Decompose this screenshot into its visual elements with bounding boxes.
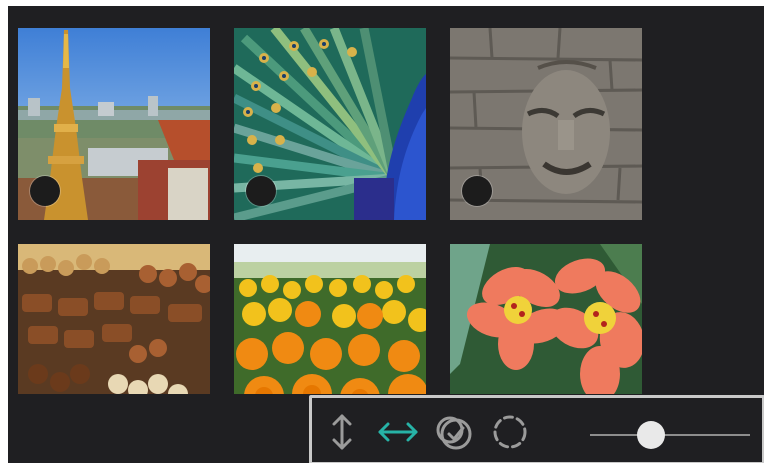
slider-track[interactable] (590, 434, 750, 436)
photo-thumbnail-lilies[interactable] (450, 244, 642, 394)
selection-circle[interactable] (30, 176, 60, 206)
photo-grid (8, 6, 742, 394)
select-all-button[interactable] (434, 412, 474, 452)
photo-thumbnail-market-sweets[interactable] (18, 244, 210, 394)
horizontal-resize-button[interactable] (376, 412, 418, 452)
photo-thumbnail-peacock[interactable] (234, 28, 426, 220)
lilies-photo-image (450, 244, 642, 394)
photo-thumbnail-temple[interactable] (18, 28, 210, 220)
photo-thumbnail-stone-face[interactable] (450, 28, 642, 220)
image-toolbar (309, 395, 764, 463)
marigolds-photo-image (234, 244, 426, 394)
deselect-button[interactable] (490, 412, 530, 452)
vertical-resize-icon (332, 414, 352, 450)
photo-gallery-window (8, 6, 764, 463)
deselect-dashed-circle-icon (493, 415, 527, 449)
selection-circle[interactable] (246, 176, 276, 206)
vertical-resize-button[interactable] (322, 412, 362, 452)
horizontal-resize-icon (378, 422, 418, 442)
slider-knob[interactable] (636, 421, 665, 449)
select-all-icon (436, 416, 472, 450)
market-sweets-photo-image (18, 244, 210, 394)
selection-circle[interactable] (462, 176, 492, 206)
photo-thumbnail-marigolds[interactable] (234, 244, 426, 394)
